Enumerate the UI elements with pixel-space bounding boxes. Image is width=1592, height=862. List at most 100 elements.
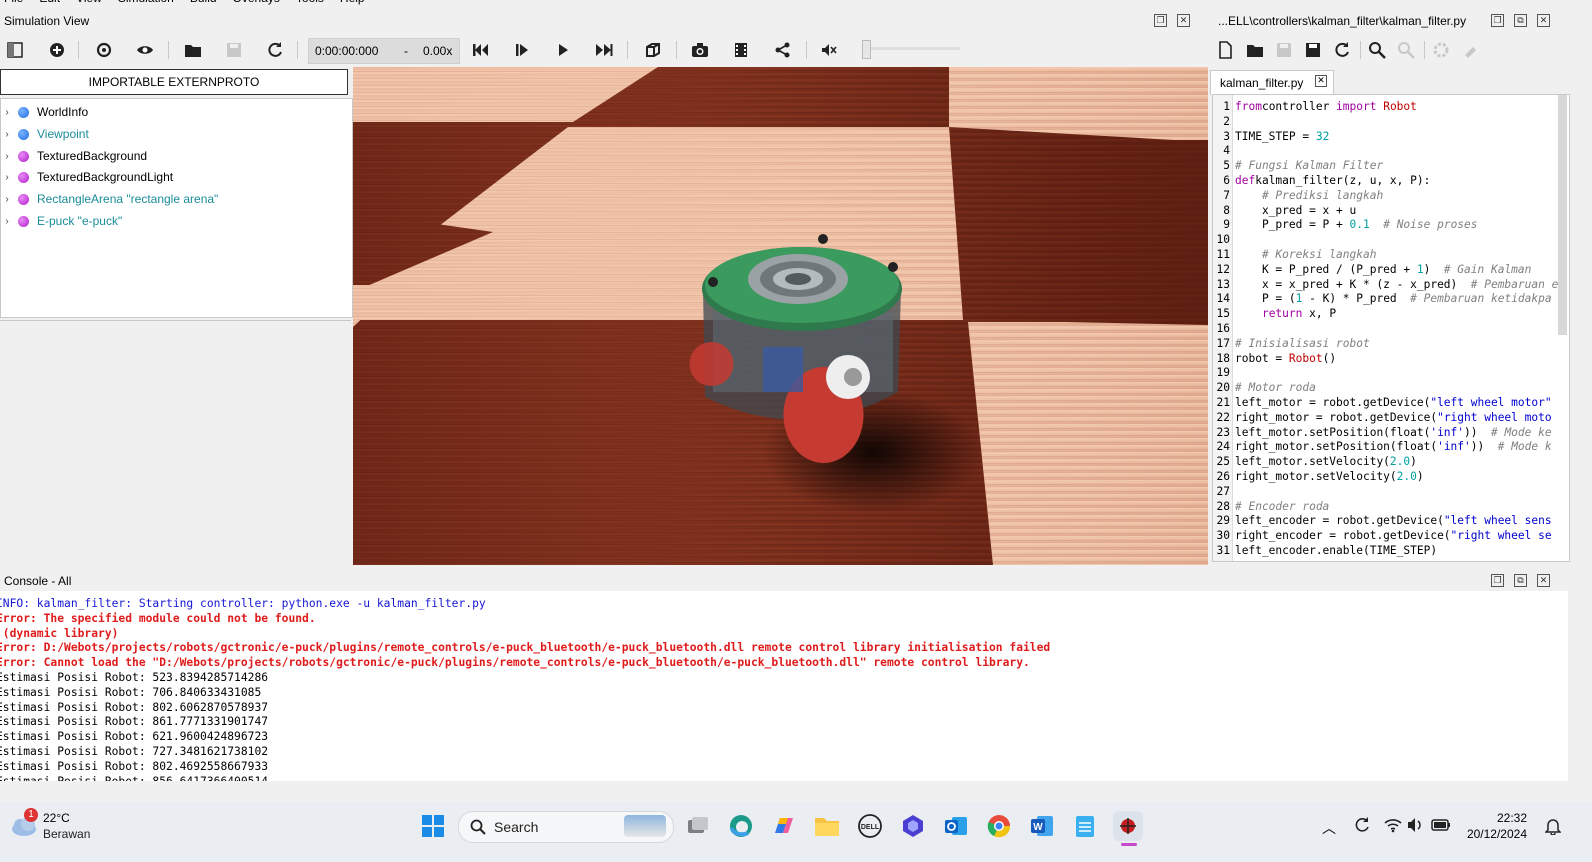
tree-item-worldinfo[interactable]: › WorldInfo — [1, 102, 88, 122]
battery-icon[interactable] — [1431, 818, 1451, 835]
editor-scrollbar[interactable] — [1558, 95, 1567, 335]
chrome-icon[interactable] — [984, 811, 1014, 841]
share-icon[interactable] — [772, 39, 794, 61]
menu-item-file[interactable]: File — [4, 0, 23, 5]
menu-item-overlays[interactable]: Overlays — [233, 0, 280, 5]
volume-icon[interactable] — [1407, 817, 1425, 836]
restore-icon[interactable]: ⧉ — [1514, 574, 1527, 587]
importable-externproto-button[interactable]: IMPORTABLE EXTERNPROTO — [0, 69, 348, 95]
weather-temp[interactable]: 22°C — [43, 811, 70, 825]
code-line: 18 robot = Robot() — [1213, 351, 1337, 366]
clock-time[interactable]: 22:32 — [1485, 811, 1527, 825]
tree-item-texturedbackgroundlight[interactable]: › TexturedBackgroundLight — [1, 167, 173, 187]
tab-kalman-filter[interactable]: kalman_filter.py ✕ — [1210, 70, 1334, 95]
menu-item-build[interactable]: Build — [190, 0, 217, 5]
restore-icon[interactable]: ⧉ — [1514, 14, 1527, 27]
build-gear-disabled-icon[interactable] — [1430, 39, 1452, 61]
dell-icon[interactable]: DELL — [855, 811, 885, 841]
tree-item-texturedbackground[interactable]: › TexturedBackground — [1, 146, 147, 166]
minimize-icon[interactable]: ❐ — [1491, 14, 1504, 27]
minimize-icon[interactable]: ❐ — [1491, 574, 1504, 587]
code-line: 4 — [1213, 143, 1230, 158]
code-text: # Inisialisasi robot — [1235, 336, 1370, 350]
proto-ball-icon — [18, 150, 29, 162]
taskbar-search-box[interactable]: Search — [458, 811, 674, 843]
menu-item-tools[interactable]: Tools — [296, 0, 324, 5]
sync-icon[interactable] — [1353, 816, 1371, 837]
fast-forward-icon[interactable] — [593, 39, 615, 61]
close-tab-icon[interactable]: ✕ — [1315, 75, 1327, 87]
clock-date[interactable]: 20/12/2024 — [1462, 827, 1527, 841]
find-icon[interactable] — [1366, 39, 1388, 61]
tree-item-viewpoint[interactable]: › Viewpoint — [1, 124, 89, 144]
tree-item-rectanglearena[interactable]: › RectangleArena "rectangle arena" — [1, 189, 218, 209]
open-world-icon[interactable] — [182, 39, 204, 61]
active-app-indicator — [1121, 843, 1137, 846]
console-line: Estimasi Posisi Robot: 727.3481621738102 — [0, 745, 269, 758]
mute-sound-icon[interactable] — [818, 39, 840, 61]
line-number: 12 — [1216, 262, 1230, 276]
wifi-icon[interactable] — [1384, 817, 1402, 836]
reset-simulation-icon[interactable] — [264, 39, 286, 61]
tree-item-label: WorldInfo — [37, 105, 89, 119]
outlook-icon[interactable] — [941, 811, 971, 841]
expand-arrow-icon[interactable]: › — [1, 194, 13, 205]
expand-arrow-icon[interactable]: › — [1, 172, 13, 183]
search-highlight-image — [624, 815, 666, 837]
webots-icon[interactable] — [1113, 811, 1143, 841]
tree-item-epuck[interactable]: › E-puck "e-puck" — [1, 211, 122, 231]
save-all-icon[interactable] — [1302, 39, 1324, 61]
notification-bell-icon[interactable] — [1544, 817, 1562, 838]
step-icon[interactable] — [511, 39, 533, 61]
weather-desc[interactable]: Berawan — [43, 827, 90, 841]
notepad-icon[interactable] — [1070, 811, 1100, 841]
open-file-icon[interactable] — [1244, 39, 1266, 61]
clean-brush-disabled-icon[interactable] — [1459, 39, 1481, 61]
save-world-icon[interactable] — [223, 39, 245, 61]
code-editor[interactable]: 1 fromcontroller import Robot 2 3 TIME_STEP … — [1212, 94, 1570, 562]
restore-icon[interactable]: ❐ — [1154, 14, 1167, 27]
tree-item-label: TexturedBackground — [37, 149, 148, 163]
3d-viewport[interactable] — [353, 67, 1208, 565]
task-view-icon[interactable] — [683, 811, 713, 841]
code-line: 13 x = x_pred + K * (z - x_pred) # Pemba… — [1213, 277, 1559, 292]
menu-item-view[interactable]: View — [76, 0, 102, 5]
view-eye-icon[interactable] — [134, 39, 156, 61]
word-icon[interactable]: W — [1027, 811, 1057, 841]
toggle-scene-tree-icon[interactable] — [4, 39, 26, 61]
copilot-icon[interactable] — [769, 811, 799, 841]
close-icon[interactable]: ✕ — [1537, 574, 1550, 587]
revert-file-icon[interactable] — [1331, 39, 1353, 61]
expand-arrow-icon[interactable]: › — [1, 107, 13, 118]
expand-arrow-icon[interactable]: › — [1, 216, 13, 227]
weather-cloud-icon[interactable]: 1 — [10, 808, 40, 840]
menu-item-edit[interactable]: Edit — [39, 0, 60, 5]
code-line: 7 # Prediksi langkah — [1213, 188, 1383, 203]
find-next-disabled-icon[interactable] — [1395, 39, 1417, 61]
app-hexagon-icon[interactable] — [898, 811, 928, 841]
step-back-icon[interactable] — [469, 39, 491, 61]
menu-item-help[interactable]: Help — [340, 0, 365, 5]
console-output[interactable]: INFO: kalman_filter: Starting controller… — [0, 591, 1568, 781]
file-explorer-icon[interactable] — [812, 811, 842, 841]
line-number: 21 — [1216, 396, 1230, 409]
new-file-icon[interactable] — [1214, 39, 1236, 61]
expand-arrow-icon[interactable]: › — [1, 151, 13, 162]
volume-slider[interactable] — [866, 47, 960, 50]
record-movie-icon[interactable] — [730, 39, 752, 61]
tree-item-label: E-puck "e-puck" — [37, 214, 123, 228]
screenshot-camera-icon[interactable] — [689, 39, 711, 61]
expand-arrow-icon[interactable]: › — [1, 129, 13, 140]
reload-world-icon[interactable] — [93, 39, 115, 61]
windows-start-icon[interactable] — [418, 811, 448, 841]
save-file-disabled-icon[interactable] — [1273, 39, 1295, 61]
close-icon[interactable]: ✕ — [1177, 14, 1190, 27]
menu-item-simulation[interactable]: Simulation — [118, 0, 174, 5]
rendering-cube-icon[interactable] — [642, 39, 664, 61]
play-icon[interactable] — [552, 39, 574, 61]
show-hidden-icons-chevron-icon[interactable]: ︿ — [1322, 818, 1336, 838]
edge-browser-icon[interactable] — [726, 811, 756, 841]
volume-slider-handle[interactable] — [862, 40, 871, 59]
add-node-icon[interactable] — [46, 39, 68, 61]
close-icon[interactable]: ✕ — [1537, 14, 1550, 27]
